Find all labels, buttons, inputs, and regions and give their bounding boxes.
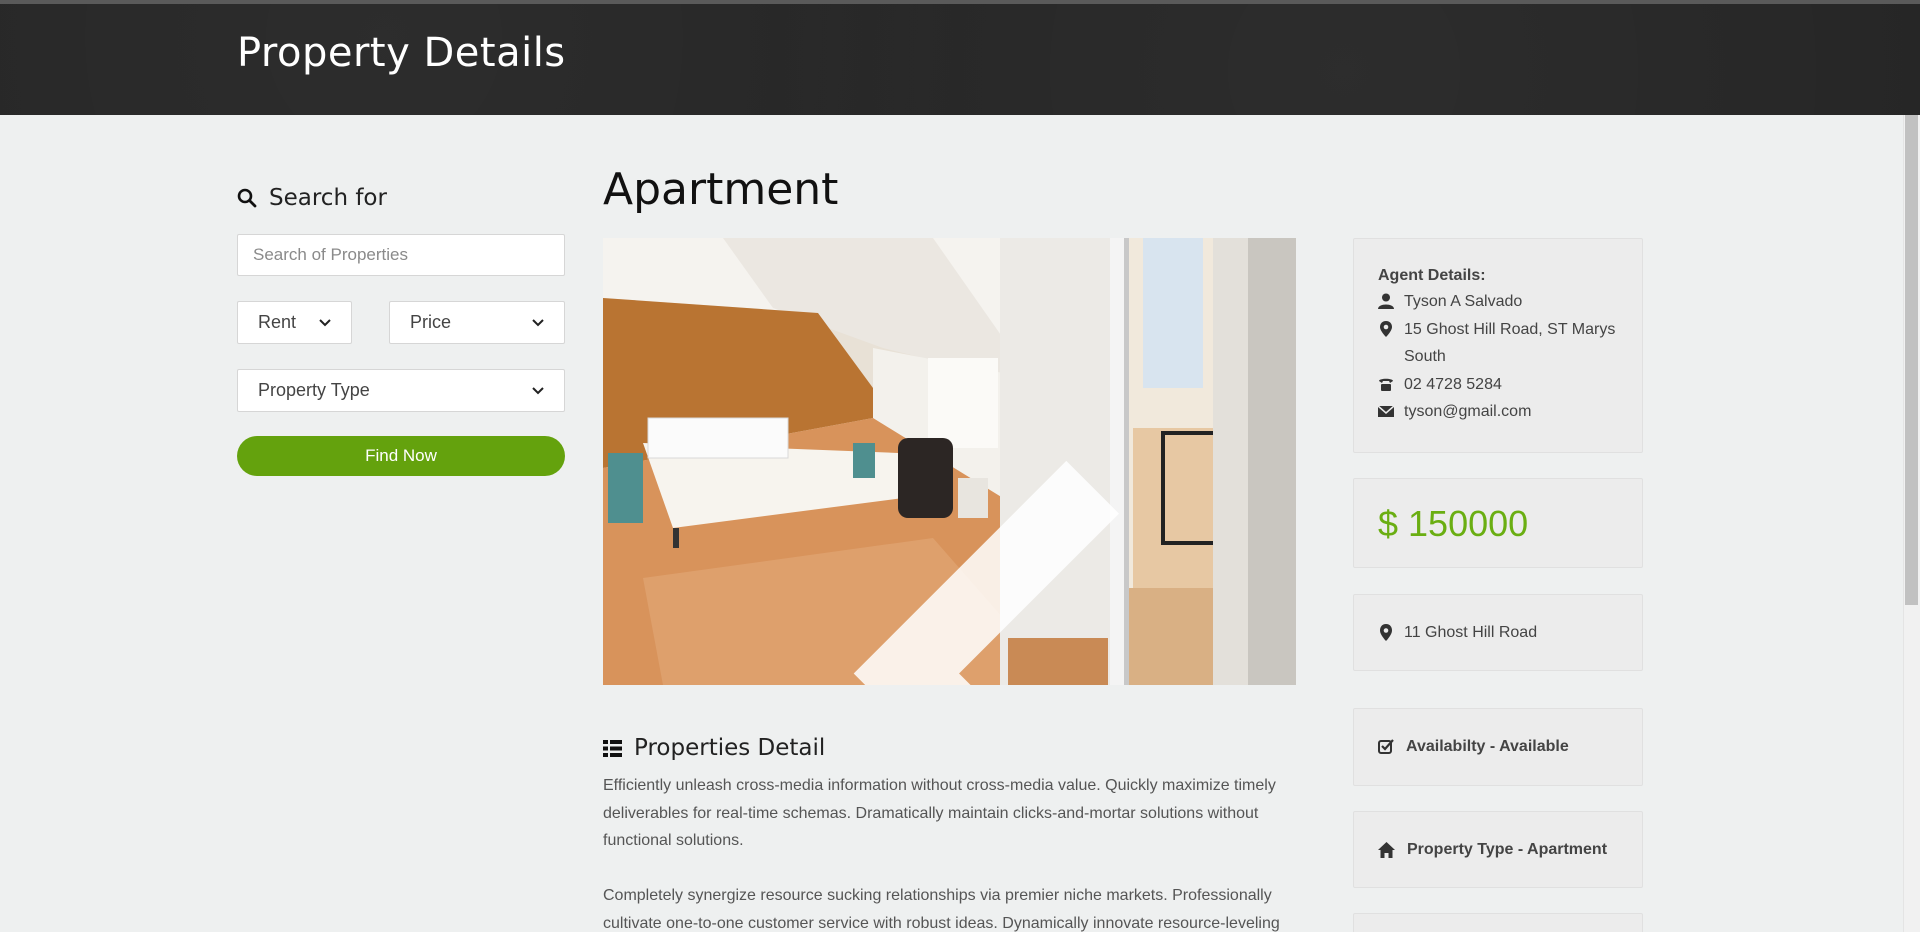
rent-select-value: Rent xyxy=(258,312,297,332)
envelope-icon xyxy=(1378,405,1394,417)
search-input[interactable] xyxy=(237,234,565,276)
agent-phone-row: 02 4728 5284 xyxy=(1378,371,1618,399)
property-type-card: Property Type - Apartment xyxy=(1353,811,1643,888)
page-header: Property Details xyxy=(0,4,1920,115)
find-now-button[interactable]: Find Now xyxy=(237,436,565,476)
property-image-slider[interactable] xyxy=(603,238,1296,685)
property-address: 11 Ghost Hill Road xyxy=(1404,623,1538,641)
map-marker-icon xyxy=(1380,624,1392,641)
map-marker-icon xyxy=(1380,320,1392,337)
availability-status: Availabilty - Available xyxy=(1406,738,1569,755)
agent-email-row: tyson@gmail.com xyxy=(1378,398,1618,426)
list-icon xyxy=(603,739,622,757)
user-icon xyxy=(1378,293,1394,309)
check-square-icon xyxy=(1378,739,1394,754)
property-type-select[interactable]: Property Type xyxy=(237,369,565,412)
chevron-down-icon xyxy=(532,386,544,394)
property-title: Apartment xyxy=(603,164,839,215)
property-type-select-value: Property Type xyxy=(258,380,370,400)
home-icon xyxy=(1378,841,1395,858)
property-price: $ 150000 xyxy=(1378,503,1529,544)
agent-name-row: Tyson A Salvado xyxy=(1378,288,1618,316)
rent-select[interactable]: Rent xyxy=(237,301,352,344)
price-select-value: Price xyxy=(410,312,452,332)
availability-card: Availabilty - Available xyxy=(1353,708,1643,786)
agent-address: 15 Ghost Hill Road, ST Marys South xyxy=(1404,320,1616,366)
agent-details-title: Agent Details: xyxy=(1378,267,1486,284)
address-card: 11 Ghost Hill Road xyxy=(1353,594,1643,671)
chevron-down-icon xyxy=(532,318,544,326)
arrow-left-icon[interactable] xyxy=(653,450,1296,685)
property-type-label: Property Type - Apartment xyxy=(1407,840,1608,858)
properties-detail-heading: Properties Detail xyxy=(603,735,825,761)
chevron-down-icon xyxy=(319,318,331,326)
price-card: $ 150000 xyxy=(1353,478,1643,568)
scrollbar[interactable] xyxy=(1903,115,1920,932)
description-paragraph: Efficiently unleash cross-media informat… xyxy=(603,777,1276,849)
agent-name: Tyson A Salvado xyxy=(1404,293,1523,310)
search-heading: Search for xyxy=(237,185,387,211)
arrow-right-icon[interactable] xyxy=(1223,450,1296,685)
description-paragraph: Completely synergize resource sucking re… xyxy=(603,887,1280,932)
scrollbar-thumb[interactable] xyxy=(1905,115,1918,605)
phone-icon xyxy=(1379,378,1393,391)
search-heading-label: Search for xyxy=(269,185,387,211)
next-info-card xyxy=(1353,913,1643,932)
page-title: Property Details xyxy=(237,30,566,76)
search-icon xyxy=(237,188,257,208)
agent-email[interactable]: tyson@gmail.com xyxy=(1404,398,1531,426)
agent-phone: 02 4728 5284 xyxy=(1404,375,1502,393)
price-select[interactable]: Price xyxy=(389,301,565,344)
properties-detail-label: Properties Detail xyxy=(634,735,826,761)
agent-details-card: Agent Details: Tyson A Salvado 15 Ghost … xyxy=(1353,238,1643,453)
agent-address-row: 15 Ghost Hill Road, ST Marys South xyxy=(1378,316,1618,371)
